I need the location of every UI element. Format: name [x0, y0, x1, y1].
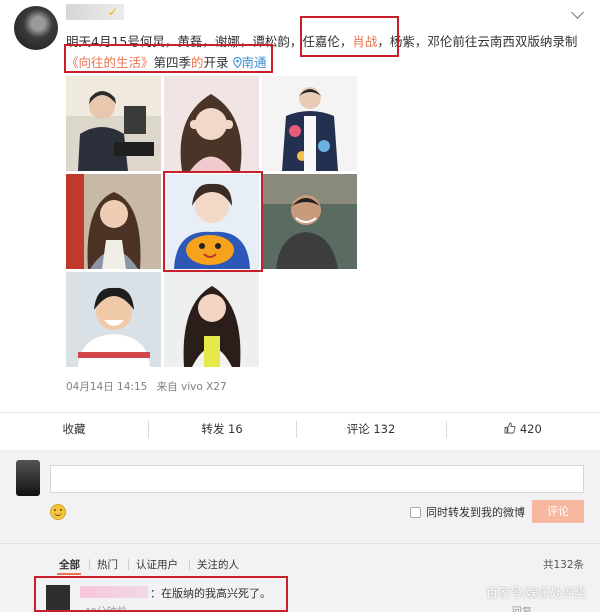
action-bar: 收藏 转发 16 评论 132 420: [0, 414, 600, 444]
current-user-avatar: [16, 460, 40, 496]
like-button[interactable]: 420: [446, 414, 600, 444]
comment-total: 共132条: [542, 559, 584, 571]
annotation-box-comment: [34, 576, 288, 612]
annotation-box-photo: [163, 171, 263, 272]
comment-label: 评论 132: [346, 422, 396, 436]
photo-4[interactable]: [66, 174, 161, 269]
like-count: 420: [519, 422, 542, 436]
annotation-box-name: [300, 16, 399, 57]
tab-following[interactable]: 关注的人: [197, 557, 239, 572]
photo-2[interactable]: [164, 76, 259, 171]
tab-all[interactable]: 全部: [59, 557, 80, 572]
favorite-label: 收藏: [62, 422, 86, 436]
comment-button[interactable]: 评论 132: [296, 414, 446, 444]
photo-8[interactable]: [164, 272, 259, 367]
author-avatar[interactable]: [14, 6, 58, 50]
chevron-down-icon[interactable]: [571, 6, 584, 19]
comment-input[interactable]: [50, 465, 584, 493]
photo-7[interactable]: [66, 272, 161, 367]
tab-divider: [128, 559, 129, 570]
favorite-button[interactable]: 收藏: [0, 414, 148, 444]
thumbs-up-icon: [504, 422, 516, 434]
tab-verified[interactable]: 认证用户: [136, 557, 178, 572]
repost-label: 转发 16: [201, 422, 243, 436]
post-source: 来自 vivo X27: [156, 381, 227, 393]
post-meta: 04月14日 14:15 来自 vivo X27: [66, 379, 227, 394]
photo-3[interactable]: [262, 76, 357, 171]
repost-checkbox-label[interactable]: 同时转发到我的微博: [426, 504, 525, 520]
tab-divider: [189, 559, 190, 570]
post-text-part: ，杨紫，邓伦前往云南西双版纳录制: [377, 34, 578, 49]
photo-1[interactable]: [66, 76, 161, 171]
action-bar-top-divider: [0, 412, 600, 413]
watermark: 百家号/娱乐处评奖: [485, 586, 586, 600]
filter-divider: [0, 543, 600, 544]
vip-badge-icon: ✓: [108, 5, 119, 19]
active-tab-indicator: [57, 573, 81, 575]
photo-6[interactable]: [262, 174, 357, 269]
repost-button[interactable]: 转发 16: [148, 414, 296, 444]
post-timestamp[interactable]: 04月14日 14:15: [66, 381, 147, 393]
repost-checkbox[interactable]: [410, 507, 421, 518]
emoji-smile-icon[interactable]: [50, 504, 66, 520]
tab-hot[interactable]: 热门: [97, 557, 118, 572]
tab-divider: [89, 559, 90, 570]
reply-link[interactable]: 回复: [512, 603, 532, 612]
annotation-box-title: [64, 44, 273, 73]
submit-comment-button[interactable]: 评论: [532, 500, 584, 523]
